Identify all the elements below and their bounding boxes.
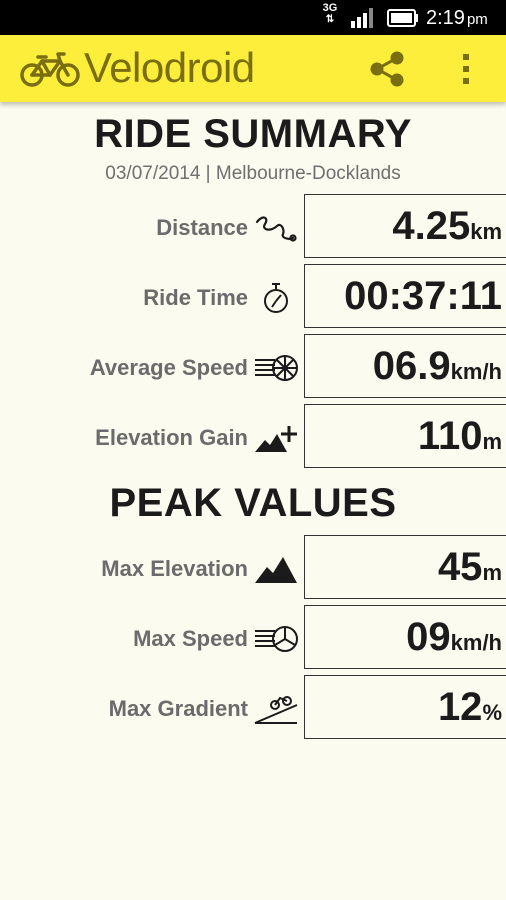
peak-values-title: PEAK VALUES xyxy=(109,481,397,525)
ride-date-location: 03/07/2014 | Melbourne-Docklands xyxy=(105,163,401,184)
max-elevation-row: Max Elevation 45m xyxy=(0,535,506,605)
route-icon xyxy=(255,216,297,242)
elevation-gain-value: 110 xyxy=(417,414,483,458)
max-speed-row: Max Speed 09km/h xyxy=(0,605,506,675)
signal-strength-icon xyxy=(351,8,373,28)
elevation-gain-value-box: 110m xyxy=(304,404,506,468)
max-elevation-label: Max Elevation xyxy=(101,556,248,581)
share-icon xyxy=(370,51,404,87)
network-type: 3G xyxy=(322,2,338,14)
speed-wheel-icon xyxy=(255,355,298,381)
max-speed-unit: km/h xyxy=(450,630,502,655)
network-indicator: 3G ⇅ xyxy=(318,2,342,32)
max-elevation-value-box: 45m xyxy=(304,535,506,599)
ride-time-row: Ride Time 00:37:11 xyxy=(0,264,506,334)
share-button[interactable] xyxy=(368,49,408,89)
elevation-gain-row: Elevation Gain 110m xyxy=(0,404,506,474)
elevation-gain-label: Elevation Gain xyxy=(95,425,248,450)
average-speed-label: Average Speed xyxy=(89,355,248,380)
clock-ampm: pm xyxy=(466,11,488,28)
ride-time-label: Ride Time xyxy=(143,285,248,310)
max-gradient-row: Max Gradient 12% xyxy=(0,675,506,745)
max-gradient-value: 12 xyxy=(437,685,483,729)
mountain-plus-icon xyxy=(255,426,297,452)
app-bar: Velodroid xyxy=(0,35,506,102)
mountain-icon xyxy=(255,557,297,583)
average-speed-unit: km/h xyxy=(450,359,502,384)
average-speed-value: 06.9 xyxy=(372,344,451,388)
max-elevation-value: 45 xyxy=(437,545,483,589)
max-speed-label: Max Speed xyxy=(133,626,248,651)
overflow-menu-button[interactable] xyxy=(454,49,478,89)
max-gradient-unit: % xyxy=(482,700,502,725)
max-gradient-label: Max Gradient xyxy=(108,696,248,721)
speed-wheel-icon xyxy=(255,626,298,652)
battery-icon xyxy=(387,9,418,27)
clock-time: 2:19 xyxy=(426,7,465,29)
distance-row: Distance 4.25km xyxy=(0,194,506,264)
max-elevation-unit: m xyxy=(482,560,502,585)
status-bar: 3G ⇅ 2:19 pm xyxy=(0,0,506,35)
overflow-menu-icon xyxy=(463,54,469,84)
clock: 2:19 pm xyxy=(426,6,488,32)
distance-value: 4.25 xyxy=(392,204,471,248)
data-arrows-icon: ⇅ xyxy=(325,14,335,25)
ride-time-value: 00:37:11 xyxy=(344,274,502,318)
max-speed-value-box: 09km/h xyxy=(304,605,506,669)
max-gradient-value-box: 12% xyxy=(304,675,506,739)
bicycle-icon xyxy=(20,52,80,87)
average-speed-value-box: 06.9km/h xyxy=(304,334,506,398)
stopwatch-icon xyxy=(264,283,288,313)
distance-value-box: 4.25km xyxy=(304,194,506,258)
distance-label: Distance xyxy=(156,215,248,240)
elevation-gain-unit: m xyxy=(482,429,502,454)
max-speed-value: 09 xyxy=(406,615,451,659)
gradient-slope-icon xyxy=(254,696,298,724)
distance-unit: km xyxy=(470,219,502,244)
ride-summary-title: RIDE SUMMARY xyxy=(94,112,412,156)
app-title: Velodroid xyxy=(84,44,255,91)
average-speed-row: Average Speed 06.9km/h xyxy=(0,334,506,404)
ride-time-value-box: 00:37:11 xyxy=(304,264,506,328)
